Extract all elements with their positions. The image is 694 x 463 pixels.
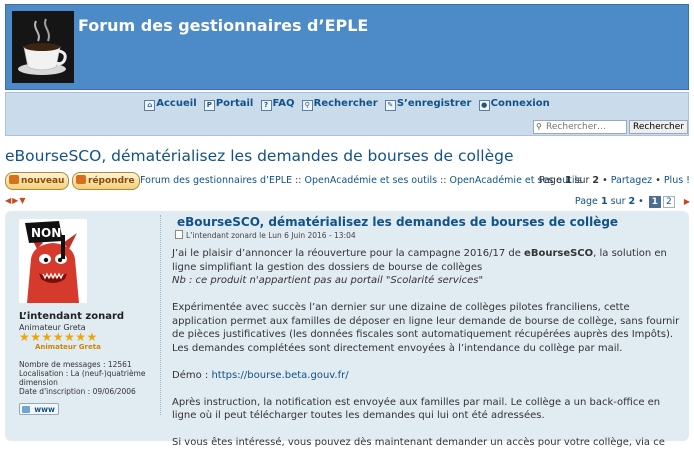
down-icon[interactable]: ▼ [19,196,26,205]
divider [160,215,162,415]
post-title[interactable]: eBourseSCO, dématérialisez les demandes … [177,215,618,229]
next-page-icon[interactable]: ▶ [684,197,690,206]
website-label: www [34,405,55,414]
search-icon: ⚲ [536,122,542,131]
demo-link[interactable]: https://bourse.beta.gouv.fr/ [211,370,348,381]
current-page: 1 [600,196,608,207]
page-word: Page [538,175,562,186]
topic-title[interactable]: eBourseSCO, dématérialisez les demandes … [5,147,514,165]
location-cont: dimension [19,378,58,387]
reply-label: répondre [88,176,135,186]
post-meta: L’intendant zonard le Lun 6 Juin 2016 - … [175,230,356,240]
pagination: Page 1 sur 2 • 12 ▶ [575,196,690,208]
nav-register[interactable]: ✎ S’enregistrer [384,98,472,111]
paragraph: Expérimentée avec succès l’an dernier su… [172,302,680,354]
reply-icon [76,175,86,184]
nav-label: Accueil [156,98,197,109]
paragraph: Après instruction, la notification est e… [172,396,661,422]
faq-icon: ? [260,100,272,111]
nav-label: FAQ [272,98,295,109]
new-topic-label: nouveau [21,176,65,186]
total-pages: 2 [628,196,636,207]
search-icon: ⚲ [301,100,313,111]
nav-faq[interactable]: ? FAQ [260,98,295,111]
reply-button[interactable]: répondre [72,172,140,190]
signup-date: Date d'inscription : 09/06/2006 [19,387,136,396]
page-2-button[interactable]: 2 [662,196,675,208]
breadcrumb: Forum des gestionnaires d’EPLE :: OpenAc… [140,175,582,186]
breadcrumb-separator: :: [440,175,447,186]
message-count: Nombre de messages : 12561 [19,360,132,369]
search-button[interactable]: Rechercher [629,120,688,134]
bullet: • [602,175,608,186]
nav-links: ⌂ Accueil P Portail ? FAQ ⚲ Rechercher ✎ S’en… [6,98,688,111]
nav-label: Rechercher [313,98,378,109]
nav-label: Portail [215,98,254,109]
post-icon [175,230,183,239]
search-input[interactable] [533,120,628,134]
post-content: J’ai le plaisir d’annoncer la réouvertur… [172,247,680,463]
new-topic-icon [9,175,19,184]
paragraph: Si vous êtes intéressé, vous pouvez dès … [172,437,665,448]
of-word: sur [610,196,626,207]
rank-stars: ★★★★★★★ [19,330,98,344]
location: Localisation : La (neuf-)quatrième [19,369,146,378]
post-meta-text: L’intendant zonard le Lun 6 Juin 2016 - … [186,231,356,240]
rank-image-label: Animateur Greta [35,343,101,351]
page-word: Page [574,196,598,207]
nav-accueil[interactable]: ⌂ Accueil [144,98,197,111]
coffee-cup-icon[interactable] [12,11,74,83]
of-word: sur [574,175,590,186]
nav-label: Connexion [490,98,550,109]
new-topic-button[interactable]: nouveau [5,172,70,190]
login-icon: ● [478,100,490,111]
avatar[interactable]: NON! [19,219,87,303]
portal-icon: P [203,100,215,111]
page-1-button[interactable]: 1 [648,196,661,208]
nav-connexion[interactable]: ● Connexion [478,98,550,111]
total-pages: 2 [592,175,600,186]
register-icon: ✎ [384,100,396,111]
pagination-summary: Page 1 sur 2 • Partagez • Plus ! [539,175,690,186]
nav-rechercher[interactable]: ⚲ Rechercher [301,98,378,111]
username[interactable]: L’intendant zonard [19,311,124,322]
product-name: eBourseSCO [524,248,594,259]
breadcrumb-item[interactable]: OpenAcadémie et ses outils [305,175,438,186]
bullet: • [655,175,661,186]
paragraph: J’ai le plaisir d’annoncer la réouvertur… [172,247,680,288]
nav-portail[interactable]: P Portail [203,98,254,111]
site-header: Forum des gestionnaires d’EPLE [5,4,689,90]
paragraph: Démo : https://bourse.beta.gouv.fr/ [172,369,680,383]
search-bar: ⚲ Rechercher [533,120,688,134]
breadcrumb-separator: :: [295,175,302,186]
share-link[interactable]: Partagez [611,175,652,186]
bullet: • [638,196,644,207]
text: J’ai le plaisir d’annoncer la réouvertur… [172,248,525,259]
nav-label: S’enregistrer [396,98,472,109]
text: Démo : [172,369,212,381]
topic-nav-arrows: ◀▶▼ [5,196,26,205]
note-text: Nb : ce produit n'appartient pas au port… [172,275,484,286]
globe-icon [22,406,30,413]
current-page: 1 [564,175,572,186]
home-icon: ⌂ [144,100,156,111]
more-link[interactable]: Plus ! [664,175,690,186]
site-title[interactable]: Forum des gestionnaires d’EPLE [78,16,368,35]
post: NON! L’intendant zonard Animateur Greta … [5,211,689,448]
website-button[interactable]: www [19,403,59,415]
breadcrumb-item[interactable]: Forum des gestionnaires d’EPLE [140,175,292,186]
